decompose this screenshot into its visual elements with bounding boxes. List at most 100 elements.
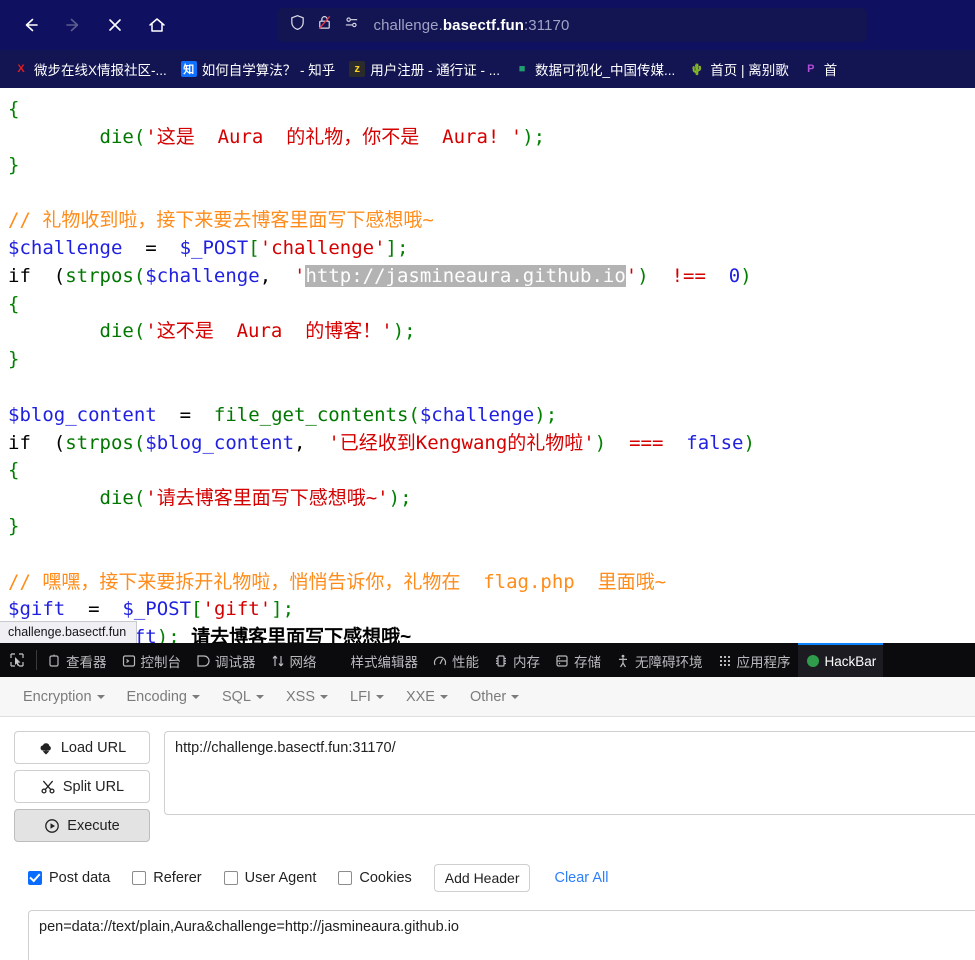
stop-button[interactable]	[94, 8, 136, 42]
devtools-tab-application[interactable]: 应用程序	[710, 643, 798, 677]
code-line: $gift = $_POST['gift'];	[8, 596, 975, 624]
devtools-tab-memory[interactable]: 内存	[486, 643, 547, 677]
checkbox-checked-icon[interactable]	[28, 871, 42, 885]
split-url-button[interactable]: Split URL	[14, 770, 150, 803]
devtools-tab-console[interactable]: 控制台	[114, 643, 189, 677]
bookmark-item[interactable]: P首	[796, 56, 845, 82]
bookmark-label: 用户注册 - 通行证 - ...	[370, 63, 501, 78]
code-token: die	[99, 320, 134, 343]
shield-icon[interactable]	[289, 14, 306, 36]
code-token: )	[388, 487, 401, 510]
bookmark-favicon-icon: ■	[518, 63, 526, 75]
code-line: {	[8, 291, 975, 319]
code-token: )	[156, 626, 169, 643]
code-token: )	[392, 320, 405, 343]
add-header-button[interactable]: Add Header	[433, 864, 531, 892]
checkbox-cookies[interactable]: Cookies	[338, 870, 412, 886]
devtools-tab-label: 存储	[574, 655, 601, 670]
checkbox-unchecked-icon[interactable]	[132, 871, 147, 885]
code-token: if (	[8, 431, 66, 454]
button-label: Split URL	[62, 778, 125, 795]
code-token: ;	[533, 125, 546, 148]
code-token: '	[625, 264, 638, 287]
hackbar-checkbox-group: Post data Referer User Agent Cookies	[28, 870, 434, 886]
hackbar-menu-label: LFI	[350, 688, 371, 705]
bookmark-item[interactable]: ■ 数据可视化_中国传媒...	[507, 56, 682, 82]
code-token: (	[408, 403, 420, 426]
code-line: die('请去博客里面写下感想哦~');	[8, 485, 975, 513]
address-bar[interactable]: challenge.basectf.fun:31170	[276, 8, 867, 42]
devtools-tab-storage[interactable]: 存储	[547, 643, 608, 677]
code-token: )	[594, 431, 607, 454]
code-line: // 礼物收到啦，接下来要去博客里面写下感想哦~	[8, 207, 975, 235]
element-picker-icon[interactable]	[0, 643, 34, 677]
hackbar-menu-encryption[interactable]: Encryption	[14, 685, 114, 709]
code-token: strpos	[65, 431, 134, 454]
code-token: !==	[671, 264, 706, 287]
checkbox-unchecked-icon[interactable]	[338, 871, 353, 885]
clear-all-link[interactable]: Clear All	[554, 870, 608, 886]
hackbar-menu-xxe[interactable]: XXE	[397, 685, 457, 709]
code-line: include($gift); 请去博客里面写下感想哦~	[8, 624, 975, 643]
code-token: )	[637, 264, 649, 287]
devtools-tab-accessibility[interactable]: 无障碍环境	[608, 643, 710, 677]
devtools-tab-label: 控制台	[140, 655, 182, 670]
devtools-tab-label: 应用程序	[736, 655, 791, 670]
permissions-icon[interactable]	[343, 14, 360, 36]
hackbar-menu-xss[interactable]: XSS	[277, 685, 337, 709]
hackbar-menu-encoding[interactable]: Encoding	[118, 685, 209, 709]
bookmark-item[interactable]: 知如何自学算法？ - 知乎	[174, 56, 343, 82]
bookmark-item[interactable]: X 微步在线X情报社区-...	[6, 56, 174, 82]
home-button[interactable]	[136, 8, 178, 42]
code-token: // 嘿嘿，接下来要拆开礼物啦，悄悄告诉你，礼物在 flag.php 里面哦~	[8, 570, 667, 593]
code-token: $gift	[8, 598, 66, 621]
code-token: die	[99, 487, 134, 510]
code-token: file_get_contents	[213, 403, 409, 426]
checkbox-label: Referer	[153, 870, 202, 886]
bookmark-item[interactable]: z 用户注册 - 通行证 - ...	[342, 56, 507, 82]
checkbox-user-agent[interactable]: User Agent	[223, 870, 316, 886]
php-source-code[interactable]: { die('这是 Aura 的礼物，你不是 Aura! ');} // 礼物收…	[8, 96, 975, 643]
code-token: =	[122, 236, 180, 259]
hackbar-menu-other[interactable]: Other	[461, 685, 528, 709]
code-line: die('这不是 Aura 的博客！');	[8, 318, 975, 346]
url-input[interactable]	[164, 731, 975, 815]
lock-crossed-icon[interactable]	[316, 14, 333, 36]
forward-button[interactable]	[52, 8, 94, 42]
code-token: }	[8, 348, 20, 371]
bookmark-label: 首页 | 离别歌	[710, 63, 789, 78]
devtools-tab-inspector[interactable]: 查看器	[39, 643, 114, 677]
play-icon	[44, 818, 60, 834]
hackbar-menu-sql[interactable]: SQL	[213, 685, 273, 709]
code-line: die('这是 Aura 的礼物，你不是 Aura! ');	[8, 124, 975, 152]
devtools-tab-network[interactable]: 网络	[263, 643, 324, 677]
checkbox-referer[interactable]: Referer	[132, 870, 202, 886]
checkbox-unchecked-icon[interactable]	[223, 871, 238, 885]
code-token: (	[133, 264, 146, 287]
bookmark-item[interactable]: 🌵 首页 | 离别歌	[682, 56, 796, 82]
scissors-icon	[40, 779, 56, 795]
bookmark-favicon-icon: 知	[180, 61, 197, 77]
code-token: '这不是 Aura 的博客！'	[145, 320, 393, 343]
hackbar-menubar: Encryption Encoding SQL XSS LFI XXE Other	[0, 677, 975, 717]
devtools-tab-style-editor[interactable]: 样式编辑器	[324, 643, 426, 677]
devtools-tab-debugger[interactable]: 调试器	[188, 643, 263, 677]
post-data-input[interactable]	[28, 910, 975, 960]
execute-button[interactable]: Execute	[14, 809, 150, 842]
code-token: (	[133, 125, 146, 148]
hackbar-menu-label: SQL	[221, 688, 251, 705]
devtools-tab-performance[interactable]: 性能	[425, 643, 486, 677]
hackbar-menu-lfi[interactable]: LFI	[341, 685, 393, 709]
url-text[interactable]: challenge.basectf.fun:31170	[374, 17, 570, 34]
code-line: if (strpos($blog_content, '已经收到Kengwang的…	[8, 430, 975, 458]
checkbox-post-data[interactable]: Post data	[28, 870, 110, 886]
url-port: :31170	[524, 16, 570, 34]
load-url-button[interactable]: Load URL	[14, 731, 150, 764]
bookmark-label: 数据可视化_中国传媒...	[535, 63, 676, 78]
devtools-panel: 查看器 控制台 调试器 网络 样式编辑器 性能 内存 存储 无障碍环境 应用程序 HackBar E…	[0, 643, 975, 960]
page-viewport: { die('这是 Aura 的礼物，你不是 Aura! ');} // 礼物收…	[0, 88, 975, 643]
back-button[interactable]	[10, 8, 52, 42]
devtools-tab-hackbar[interactable]: HackBar	[797, 643, 884, 677]
